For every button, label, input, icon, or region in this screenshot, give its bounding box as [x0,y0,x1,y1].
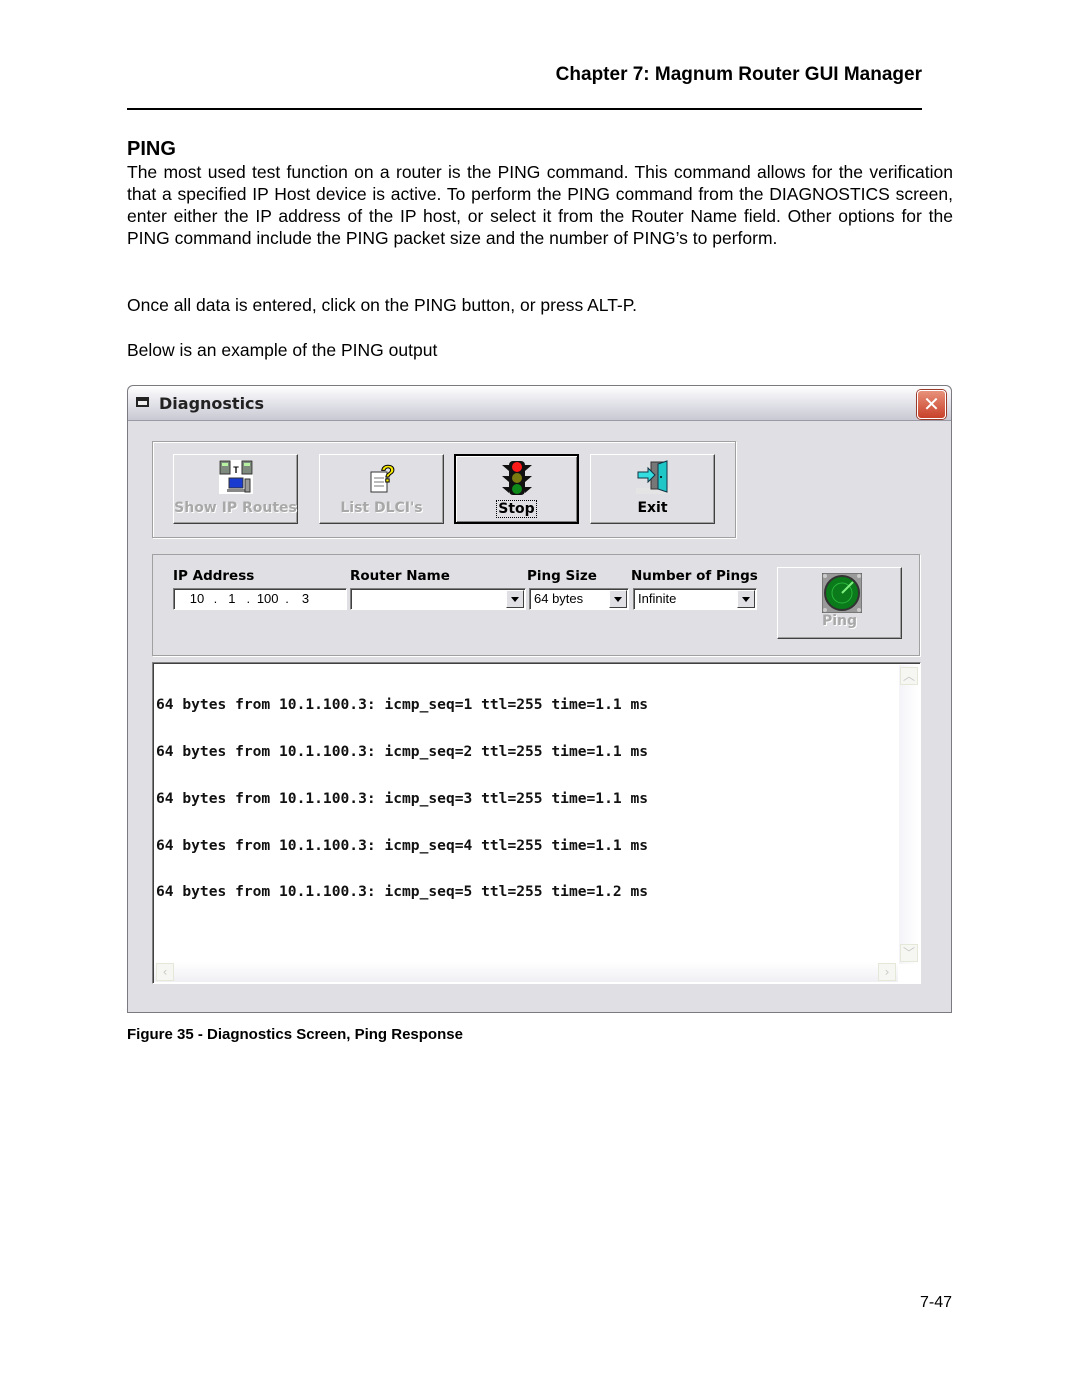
list-dlcis-label: List DLCI's [340,500,423,516]
scroll-up-icon[interactable]: ︿ [900,667,918,685]
close-icon: ✕ [923,392,940,416]
scroll-right-icon[interactable]: › [878,963,896,981]
close-button[interactable]: ✕ [917,390,946,419]
ping-button[interactable]: Ping [777,567,902,639]
paragraph-instruction: Once all data is entered, click on the P… [127,295,638,315]
stop-label: Stop [496,500,537,518]
horizontal-scrollbar[interactable]: ‹ › [154,962,898,982]
chapter-header: Chapter 7: Magnum Router GUI Manager [555,64,922,85]
window-icon [136,397,149,407]
output-line: 64 bytes from 10.1.100.3: icmp_seq=5 ttl… [156,883,649,901]
stop-button[interactable]: Stop [454,454,579,524]
ip-address-label: IP Address [173,568,255,584]
ip-octet-2[interactable]: 1 [221,589,243,609]
router-name-dropdown[interactable] [350,588,526,610]
paragraph-intro: The most used test function on a router … [127,162,953,248]
exit-button[interactable]: Exit [590,454,715,524]
chevron-down-icon[interactable] [609,590,627,608]
exit-label: Exit [637,500,668,516]
radar-icon [822,573,862,613]
header-rule [127,108,922,110]
svg-text:T: T [233,465,239,475]
toolbar-group: T Show IP Routes ? List DLCI's Stop Exit [152,441,736,538]
diagnostics-window: Diagnostics ✕ T Show IP Routes ? List DL… [127,385,952,1013]
network-computers-icon: T [218,460,253,494]
number-of-pings-value: Infinite [638,591,677,606]
ping-label: Ping [821,613,858,629]
chevron-down-icon[interactable] [506,590,524,608]
output-line: 64 bytes from 10.1.100.3: icmp_seq=1 ttl… [156,696,649,714]
number-of-pings-dropdown[interactable]: Infinite [633,588,757,610]
show-ip-routes-label: Show IP Routes [174,500,297,516]
traffic-light-icon [501,461,532,495]
ip-octet-1[interactable]: 10 [184,589,210,609]
list-dlcis-button[interactable]: ? List DLCI's [319,454,444,524]
router-name-label: Router Name [350,568,450,584]
exit-door-icon [635,460,670,494]
output-line: 64 bytes from 10.1.100.3: icmp_seq=2 ttl… [156,742,649,760]
ping-size-label: Ping Size [527,568,597,584]
scroll-down-icon[interactable]: ﹀ [900,944,918,962]
show-ip-routes-button[interactable]: T Show IP Routes [173,454,298,524]
ip-octet-4[interactable]: 3 [293,589,319,609]
paragraph-example: Below is an example of the PING output [127,340,438,360]
ip-address-input[interactable]: 10 . 1 . 100 . 3 [173,588,347,610]
chevron-down-icon[interactable] [737,590,755,608]
page-number: 7-47 [919,1294,952,1311]
output-line: 64 bytes from 10.1.100.3: icmp_seq=4 ttl… [156,836,649,854]
ip-octet-3[interactable]: 100 [254,589,282,609]
ping-output-textbox[interactable]: 64 bytes from 10.1.100.3: icmp_seq=1 ttl… [152,662,921,984]
ping-size-dropdown[interactable]: 64 bytes [529,588,629,610]
scroll-left-icon[interactable]: ‹ [156,963,174,981]
section-title: PING [127,138,176,160]
number-of-pings-label: Number of Pings [631,568,758,584]
ping-output-lines: 64 bytes from 10.1.100.3: icmp_seq=1 ttl… [156,666,648,931]
ping-parameters-group: IP Address 10 . 1 . 100 . 3 Router Name … [152,554,920,656]
ping-size-value: 64 bytes [534,591,584,606]
svg-text:?: ? [380,461,395,488]
title-bar[interactable]: Diagnostics ✕ [128,386,951,421]
figure-caption: Figure 35 - Diagnostics Screen, Ping Res… [127,1026,463,1043]
output-line: 64 bytes from 10.1.100.3: icmp_seq=3 ttl… [156,789,649,807]
vertical-scrollbar[interactable]: ︿ ﹀ [899,665,919,964]
document-question-icon: ? [370,461,395,493]
window-title: Diagnostics [159,394,265,413]
